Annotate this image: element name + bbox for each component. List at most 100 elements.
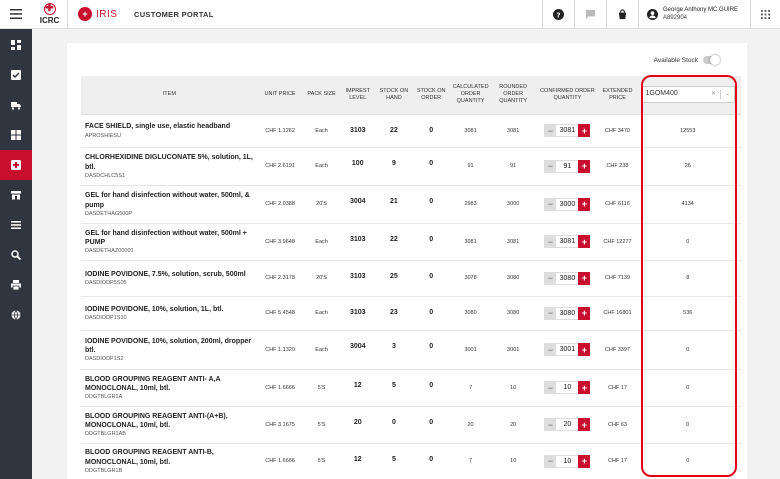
rounded-qty: 3081	[491, 114, 535, 148]
decrement-button[interactable]: −	[544, 306, 557, 320]
extended-price: CHF 7139	[600, 260, 635, 297]
decrement-button[interactable]: −	[544, 197, 557, 211]
col-rounded-qty[interactable]: ROUNDED ORDER QUANTITY	[491, 76, 535, 115]
item-name[interactable]: IODINE POVIDONE, 10%, solution, 1L, btl.	[85, 305, 256, 314]
decrement-button[interactable]: −	[544, 418, 557, 431]
item-name[interactable]: BLOOD GROUPING REAGENT ANTI- A,A MONOCLO…	[85, 375, 256, 393]
confirmed-qty-cell: −10 +	[534, 443, 601, 479]
confirmed-qty-input[interactable]: 3081	[556, 124, 579, 137]
table-row[interactable]: GEL for hand disinfection without water,…	[81, 223, 741, 261]
confirmed-qty-input[interactable]: 3001	[556, 343, 579, 356]
clear-icon[interactable]: ✕	[711, 91, 716, 99]
increment-button[interactable]: +	[578, 418, 591, 431]
col-imprest-level[interactable]: IMPREST LEVEL	[340, 76, 375, 115]
apps-grid-icon[interactable]	[750, 0, 780, 29]
table-row[interactable]: BLOOD GROUPING REAGENT ANTI- A,A MONOCLO…	[81, 369, 741, 407]
top-bar: ✚ ICRC + IRIS CUSTOMER PORTAL ? George A…	[0, 0, 780, 29]
warehouse-selected-value: 1GOM400	[645, 90, 678, 98]
increment-button[interactable]: +	[578, 124, 591, 137]
increment-button[interactable]: +	[578, 271, 591, 285]
item-name[interactable]: IODINE POVIDONE, 10%, solution, 200ml, d…	[85, 337, 256, 355]
sidebar-item-store[interactable]	[0, 180, 32, 210]
chevron-down-icon[interactable]: ⌄	[725, 91, 730, 99]
sidebar-item-catalog[interactable]	[0, 120, 32, 150]
increment-button[interactable]: +	[578, 343, 591, 356]
col-stock-on-hand[interactable]: STOCK ON HAND	[374, 76, 414, 115]
col-pack-size[interactable]: PACK SIZE	[302, 76, 341, 115]
item-name[interactable]: FACE SHIELD, single use, elastic headban…	[85, 122, 256, 131]
col-item[interactable]: ITEM	[81, 76, 258, 115]
table-row[interactable]: BLOOD GROUPING REAGENT ANTI-B, MONOCLONA…	[81, 443, 741, 479]
confirmed-qty-input[interactable]: 3000	[556, 197, 579, 211]
increment-button[interactable]: +	[578, 454, 591, 468]
user-menu[interactable]: George Anthony MC GUIRE A892904	[638, 0, 750, 29]
confirmed-qty-input[interactable]: 3080	[556, 271, 579, 285]
confirmed-qty-input[interactable]: 10	[556, 381, 579, 394]
warehouse-select[interactable]: 1GOM400 ✕ ⌄	[640, 86, 735, 104]
item-code: DASDIODP5S05	[85, 280, 127, 287]
menu-icon[interactable]	[0, 0, 32, 29]
help-icon[interactable]: ?	[542, 0, 574, 29]
toggle-switch[interactable]	[703, 55, 720, 65]
increment-button[interactable]: +	[578, 197, 591, 211]
decrement-button[interactable]: −	[544, 271, 557, 285]
chat-icon[interactable]	[574, 0, 606, 29]
confirmed-qty-cell: −3080 +	[534, 260, 601, 297]
iris-logo[interactable]: + IRIS	[68, 7, 130, 21]
sidebar-item-list[interactable]	[0, 210, 32, 240]
item-name[interactable]: IODINE POVIDONE, 7.5%, solution, scrub, …	[85, 270, 256, 279]
confirmed-qty-input[interactable]: 3080	[556, 306, 579, 320]
col-unit-price[interactable]: UNIT PRICE	[257, 76, 303, 115]
table-row[interactable]: FACE SHIELD, single use, elastic headban…	[81, 114, 741, 148]
table-header-row: ITEM UNIT PRICE PACK SIZE IMPREST LEVEL …	[81, 76, 741, 115]
sidebar-item-dashboard[interactable]	[0, 30, 32, 60]
item-name[interactable]: BLOOD GROUPING REAGENT ANTI-B, MONOCLONA…	[85, 448, 256, 466]
shopping-bag-icon[interactable]	[606, 0, 638, 29]
increment-button[interactable]: +	[578, 235, 591, 248]
confirmed-qty-input[interactable]: 91	[556, 159, 579, 173]
search-icon	[11, 250, 21, 260]
item-name[interactable]: CHLORHEXIDINE DIGLUCONATE 5%, solution, …	[85, 153, 256, 171]
decrement-button[interactable]: −	[544, 343, 557, 356]
item-name[interactable]: GEL for hand disinfection without water,…	[85, 191, 256, 209]
sidebar-item-globe[interactable]	[0, 300, 32, 330]
confirmed-qty-input[interactable]: 20	[556, 418, 579, 431]
table-row[interactable]: IODINE POVIDONE, 10%, solution, 1L, btl.…	[81, 296, 741, 331]
increment-button[interactable]: +	[578, 159, 591, 173]
table-row[interactable]: IODINE POVIDONE, 10%, solution, 200ml, d…	[81, 330, 741, 370]
decrement-button[interactable]: −	[544, 235, 557, 248]
table-row[interactable]: CHLORHEXIDINE DIGLUCONATE 5%, solution, …	[81, 147, 741, 186]
quantity-stepper: −3081 +	[536, 124, 598, 137]
sidebar-item-search[interactable]	[0, 240, 32, 270]
increment-button[interactable]: +	[578, 306, 591, 320]
table-row[interactable]: BLOOD GROUPING REAGENT ANTI-(A+B), MONOC…	[81, 406, 741, 444]
sidebar-item-print[interactable]	[0, 270, 32, 300]
available-stock-toggle[interactable]: Available Stock	[654, 55, 720, 65]
decrement-button[interactable]: −	[544, 159, 557, 173]
sidebar-item-checklist[interactable]	[0, 60, 32, 90]
item-name[interactable]: GEL for hand disinfection without water,…	[85, 229, 256, 247]
confirmed-qty-input[interactable]: 10	[556, 454, 579, 468]
col-stock-on-order[interactable]: STOCK ON ORDER	[413, 76, 450, 115]
confirmed-qty-cell: −91 +	[534, 147, 601, 186]
pack-size: Each	[302, 296, 341, 331]
table-row[interactable]: GEL for hand disinfection without water,…	[81, 185, 741, 224]
decrement-button[interactable]: −	[544, 381, 557, 394]
item-name[interactable]: BLOOD GROUPING REAGENT ANTI-(A+B), MONOC…	[85, 412, 256, 430]
decrement-button[interactable]: −	[544, 454, 557, 468]
table-row[interactable]: IODINE POVIDONE, 7.5%, solution, scrub, …	[81, 260, 741, 297]
pack-size: Each	[302, 330, 341, 370]
calculated-qty: 3078	[449, 260, 492, 297]
calculated-qty: 3080	[449, 296, 492, 331]
decrement-button[interactable]: −	[544, 124, 557, 137]
icrc-logo[interactable]: ✚ ICRC	[32, 0, 68, 29]
imprest-level: 12	[340, 443, 375, 479]
confirmed-qty-input[interactable]: 3081	[556, 235, 579, 248]
sidebar-item-delivery[interactable]	[0, 90, 32, 120]
sidebar-item-medical[interactable]	[0, 150, 32, 180]
user-avatar-icon	[647, 8, 658, 20]
col-confirmed-qty[interactable]: CONFIRMED ORDER QUANTITY	[534, 76, 601, 115]
col-extended-price[interactable]: EXTENDED PRICE	[600, 76, 635, 115]
increment-button[interactable]: +	[578, 381, 591, 394]
col-calculated-qty[interactable]: CALCULATED ORDER QUANTITY	[449, 76, 492, 115]
